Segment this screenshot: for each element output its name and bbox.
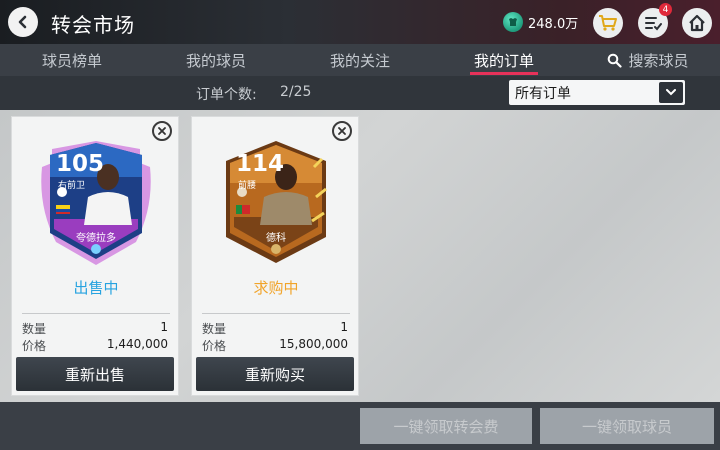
player-card[interactable]: 114 前腰 德科: [216, 137, 336, 267]
search-icon: [608, 53, 623, 68]
quantity-value: 1: [340, 320, 348, 334]
price-label: 价格: [202, 339, 227, 353]
tab-label: 我的订单: [473, 51, 534, 70]
tab-my-watchlist[interactable]: 我的关注: [288, 44, 432, 76]
player-rating: 105: [56, 151, 105, 177]
price-value: 1,440,000: [106, 337, 168, 351]
rebuy-button[interactable]: 重新购买: [196, 357, 354, 391]
checklist-icon: [645, 17, 662, 31]
player-name: 夸德拉多: [76, 233, 116, 244]
order-filter-select[interactable]: 所有订单: [509, 80, 685, 105]
back-arrow-icon: [18, 15, 27, 29]
order-count: 2/25: [280, 84, 312, 100]
tab-label: 球员榜单: [41, 51, 102, 70]
tab-label: 我的球员: [185, 51, 246, 70]
coin-amount: 248.0万: [528, 16, 579, 32]
tab-label: 搜索球员: [628, 51, 689, 70]
coin-balance: 248.0万: [503, 12, 578, 32]
player-position: 前腰: [238, 181, 257, 191]
player-rating: 114: [236, 151, 285, 177]
order-card: 114 前腰 德科 求购中 数量 1 价格 15,800,000 重新购买: [191, 116, 359, 396]
tab-player-rankings[interactable]: 球员榜单: [0, 44, 144, 76]
divider: [22, 313, 170, 314]
tab-search-players[interactable]: 搜索球员: [576, 44, 720, 76]
order-card: 105 右前卫 夸德拉多 出售中 数量 1 价格 1,440,000 重新出售: [11, 116, 179, 396]
order-status: 出售中: [73, 279, 119, 297]
home-button[interactable]: [682, 8, 712, 38]
cart-icon: [599, 15, 617, 31]
page-title: 转会市场: [51, 13, 135, 37]
quantity-value: 1: [160, 320, 168, 334]
player-position: 右前卫: [58, 181, 86, 191]
order-count-label: 订单个数:: [196, 87, 257, 103]
close-icon: [338, 127, 346, 135]
market-tabs: 球员榜单 我的球员 我的关注 我的订单 搜索球员: [0, 44, 720, 76]
coin-icon: [503, 12, 523, 32]
tasks-button[interactable]: 4: [638, 3, 672, 38]
quantity-label: 数量: [22, 322, 47, 336]
top-header: 转会市场 248.0万 4: [0, 0, 720, 44]
order-status: 求购中: [253, 279, 299, 297]
back-button[interactable]: [8, 7, 38, 37]
tab-my-players[interactable]: 我的球员: [144, 44, 288, 76]
quantity-label: 数量: [202, 322, 227, 336]
player-name: 德科: [266, 233, 286, 244]
filter-bar: 订单个数: 2/25 所有订单: [0, 76, 720, 110]
divider: [202, 313, 350, 314]
claim-all-fees-button[interactable]: 一键领取转会费: [360, 408, 532, 444]
close-icon: [158, 127, 166, 135]
player-card[interactable]: 105 右前卫 夸德拉多: [36, 137, 156, 267]
dropdown-toggle[interactable]: [659, 82, 683, 103]
home-icon: [689, 14, 705, 32]
chevron-down-icon: [666, 89, 676, 96]
price-label: 价格: [22, 339, 47, 353]
shop-cart-button[interactable]: [593, 8, 623, 38]
tab-label: 我的关注: [329, 51, 390, 70]
bottom-bar: 一键领取转会费 一键领取球员: [0, 402, 720, 450]
notification-badge: 4: [659, 3, 672, 16]
tab-my-orders[interactable]: 我的订单: [432, 44, 576, 76]
relist-button[interactable]: 重新出售: [16, 357, 174, 391]
price-value: 15,800,000: [279, 337, 348, 351]
order-filter-value: 所有订单: [515, 86, 571, 102]
orders-area: 105 右前卫 夸德拉多 出售中 数量 1 价格 1,440,000 重新出售: [0, 110, 720, 402]
claim-all-players-button[interactable]: 一键领取球员: [540, 408, 714, 444]
